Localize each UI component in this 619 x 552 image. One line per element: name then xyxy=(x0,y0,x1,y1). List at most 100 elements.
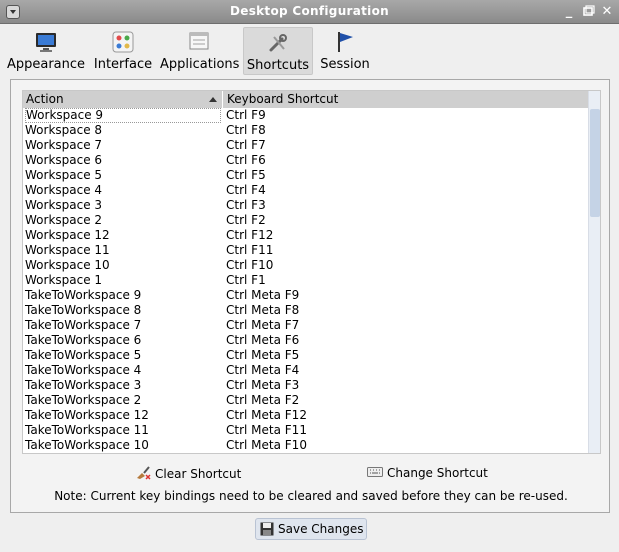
tools-icon xyxy=(266,31,290,55)
table-row[interactable]: TakeToWorkspace 6 Ctrl Meta F6 xyxy=(23,333,588,348)
table-row[interactable]: TakeToWorkspace 5 Ctrl Meta F5 xyxy=(23,348,588,363)
change-shortcut-button[interactable]: Change Shortcut xyxy=(367,464,488,482)
table-row[interactable]: TakeToWorkspace 3 Ctrl Meta F3 xyxy=(23,378,588,393)
tab-shortcuts[interactable]: Shortcuts xyxy=(243,27,313,75)
floppy-disk-icon xyxy=(260,522,274,542)
shortcut-cell: Ctrl Meta F5 xyxy=(226,348,300,362)
action-cell: TakeToWorkspace 6 xyxy=(25,333,142,347)
shortcut-cell: Ctrl Meta F10 xyxy=(226,438,307,452)
shortcut-cell: Ctrl Meta F3 xyxy=(226,378,300,392)
shortcut-cell: Ctrl F7 xyxy=(226,138,266,152)
save-changes-button[interactable]: Save Changes xyxy=(255,518,367,540)
tab-label: Shortcuts xyxy=(246,58,310,73)
table-row[interactable]: Workspace 11 Ctrl F11 xyxy=(23,243,588,258)
shortcut-cell: Ctrl Meta F2 xyxy=(226,393,300,407)
tab-applications[interactable]: Applications xyxy=(160,27,240,75)
table-row[interactable]: TakeToWorkspace 8 Ctrl Meta F8 xyxy=(23,303,588,318)
category-toolbar: Appearance Interface Applications Shortc… xyxy=(0,24,619,78)
action-cell: Workspace 4 xyxy=(25,183,103,197)
title-bar[interactable]: Desktop Configuration _ ✕ xyxy=(0,0,619,24)
change-shortcut-label: Change Shortcut xyxy=(387,466,488,480)
action-cell: Workspace 12 xyxy=(25,228,110,242)
shortcut-cell: Ctrl F3 xyxy=(226,198,266,212)
shortcut-cell: Ctrl Meta F6 xyxy=(226,333,300,347)
table-row[interactable]: TakeToWorkspace 10 Ctrl Meta F10 xyxy=(23,438,588,453)
action-cell: Workspace 9 xyxy=(25,108,221,123)
shortcut-cell: Ctrl Meta F4 xyxy=(226,363,300,377)
shortcuts-table[interactable]: Action Keyboard Shortcut Workspace 9 Ctrl… xyxy=(22,90,601,454)
tab-appearance[interactable]: Appearance xyxy=(6,27,86,75)
action-cell: TakeToWorkspace 11 xyxy=(25,423,149,437)
clear-shortcut-button[interactable]: Clear Shortcut xyxy=(135,464,241,482)
action-cell: Workspace 10 xyxy=(25,258,110,272)
windows-icon xyxy=(187,30,211,54)
monitor-icon xyxy=(34,30,58,54)
clear-shortcut-label: Clear Shortcut xyxy=(155,467,242,481)
action-cell: TakeToWorkspace 3 xyxy=(25,378,142,392)
vertical-scrollbar[interactable] xyxy=(588,91,600,453)
flag-icon xyxy=(333,30,357,54)
shortcut-cell: Ctrl F10 xyxy=(226,258,274,272)
shortcut-cell: Ctrl Meta F9 xyxy=(226,288,300,302)
table-row[interactable]: Workspace 8 Ctrl F8 xyxy=(23,123,588,138)
table-row[interactable]: TakeToWorkspace 4 Ctrl Meta F4 xyxy=(23,363,588,378)
scrollbar-thumb[interactable] xyxy=(590,109,600,217)
shortcut-cell: Ctrl F11 xyxy=(226,243,274,257)
tab-interface[interactable]: Interface xyxy=(92,27,154,75)
table-row[interactable]: Workspace 4 Ctrl F4 xyxy=(23,183,588,198)
shortcuts-panel: Action Keyboard Shortcut Workspace 9 Ctrl… xyxy=(10,79,610,513)
shortcut-cell: Ctrl F2 xyxy=(226,213,266,227)
table-row[interactable]: TakeToWorkspace 11 Ctrl Meta F11 xyxy=(23,423,588,438)
shortcut-cell: Ctrl F9 xyxy=(226,108,266,122)
table-row[interactable]: Workspace 7 Ctrl F7 xyxy=(23,138,588,153)
table-row[interactable]: Workspace 2 Ctrl F2 xyxy=(23,213,588,228)
keyboard-icon xyxy=(367,465,383,483)
minimize-icon[interactable]: _ xyxy=(562,5,576,19)
table-body: Workspace 9 Ctrl F9 Workspace 8 Ctrl F8 Work… xyxy=(23,108,588,453)
sort-ascending-icon xyxy=(209,97,217,102)
table-row[interactable]: Workspace 5 Ctrl F5 xyxy=(23,168,588,183)
action-cell: Workspace 11 xyxy=(25,243,110,257)
tab-label: Applications xyxy=(160,57,240,72)
action-cell: TakeToWorkspace 2 xyxy=(25,393,142,407)
column-header-label: Keyboard Shortcut xyxy=(227,92,339,106)
shortcut-actions: Clear Shortcut Change Shortcut xyxy=(11,464,611,484)
column-header-action[interactable]: Action xyxy=(23,91,223,108)
close-icon[interactable]: ✕ xyxy=(600,5,614,19)
palette-icon xyxy=(111,30,135,54)
action-cell: TakeToWorkspace 10 xyxy=(25,438,149,452)
table-row[interactable]: TakeToWorkspace 12 Ctrl Meta F12 xyxy=(23,408,588,423)
tab-label: Interface xyxy=(93,57,153,72)
table-row[interactable]: TakeToWorkspace 7 Ctrl Meta F7 xyxy=(23,318,588,333)
table-row[interactable]: Workspace 6 Ctrl F6 xyxy=(23,153,588,168)
action-cell: Workspace 8 xyxy=(25,123,103,137)
table-row[interactable]: TakeToWorkspace 9 Ctrl Meta F9 xyxy=(23,288,588,303)
desktop-configuration-window: Desktop Configuration _ ✕ Appearance Int… xyxy=(0,0,619,552)
shortcut-cell: Ctrl Meta F8 xyxy=(226,303,300,317)
shortcut-cell: Ctrl F6 xyxy=(226,153,266,167)
table-row[interactable]: Workspace 12 Ctrl F12 xyxy=(23,228,588,243)
shortcut-cell: Ctrl F8 xyxy=(226,123,266,137)
note-text: Note: Current key bindings need to be cl… xyxy=(54,489,568,503)
action-cell: Workspace 5 xyxy=(25,168,103,182)
table-header: Action Keyboard Shortcut xyxy=(23,91,588,108)
action-cell: Workspace 7 xyxy=(25,138,103,152)
window-title: Desktop Configuration xyxy=(230,4,389,18)
action-cell: TakeToWorkspace 8 xyxy=(25,303,142,317)
tab-label: Session xyxy=(320,57,370,72)
maximize-icon[interactable] xyxy=(582,5,596,19)
table-row[interactable]: Workspace 3 Ctrl F3 xyxy=(23,198,588,213)
table-row[interactable]: TakeToWorkspace 2 Ctrl Meta F2 xyxy=(23,393,588,408)
shortcut-cell: Ctrl Meta F12 xyxy=(226,408,307,422)
action-cell: TakeToWorkspace 4 xyxy=(25,363,142,377)
action-cell: TakeToWorkspace 9 xyxy=(25,288,142,302)
table-row[interactable]: Workspace 1 Ctrl F1 xyxy=(23,273,588,288)
table-row[interactable]: Workspace 10 Ctrl F10 xyxy=(23,258,588,273)
save-changes-label: Save Changes xyxy=(278,522,364,536)
shortcut-cell: Ctrl Meta F7 xyxy=(226,318,300,332)
column-header-shortcut[interactable]: Keyboard Shortcut xyxy=(224,91,588,108)
broom-icon xyxy=(135,464,151,485)
table-row[interactable]: Workspace 9 Ctrl F9 xyxy=(23,108,588,123)
tab-session[interactable]: Session xyxy=(318,27,372,75)
action-cell: TakeToWorkspace 7 xyxy=(25,318,142,332)
